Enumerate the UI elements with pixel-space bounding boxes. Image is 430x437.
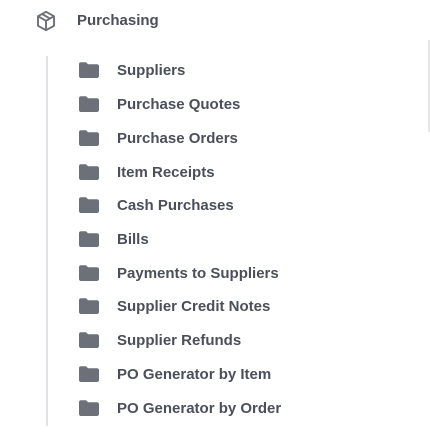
sidebar-item-purchase-quotes[interactable]: Purchase Quotes <box>76 89 416 121</box>
sidebar-item-bills[interactable]: Bills <box>76 224 416 256</box>
tree-guide-line <box>46 56 48 426</box>
folder-icon <box>79 332 99 348</box>
sidebar-item-po-generator-by-order[interactable]: PO Generator by Order <box>76 393 416 425</box>
sidebar-item-purchase-orders[interactable]: Purchase Orders <box>76 123 416 155</box>
sidebar-item-label: PO Generator by Order <box>117 400 282 417</box>
sidebar-item-label: Suppliers <box>117 62 186 79</box>
sidebar-item-supplier-credit-notes[interactable]: Supplier Credit Notes <box>76 291 416 323</box>
folder-icon <box>79 366 99 382</box>
sidebar-item-label: PO Generator by Item <box>117 366 272 383</box>
sidebar-item-po-generator-by-item[interactable]: PO Generator by Item <box>76 359 416 391</box>
folder-icon <box>79 265 99 281</box>
purchasing-section-header[interactable]: Purchasing <box>0 0 430 42</box>
sidebar-item-suppliers[interactable]: Suppliers <box>76 55 416 87</box>
folder-icon <box>79 164 99 180</box>
sidebar-item-label: Item Receipts <box>117 164 215 181</box>
folder-icon <box>79 96 99 112</box>
purchasing-nav: Purchasing Suppliers Purchase Quotes Pur… <box>0 0 430 437</box>
sidebar-item-label: Supplier Refunds <box>117 332 242 349</box>
sidebar-item-label: Bills <box>117 231 149 248</box>
sidebar-item-label: Purchase Quotes <box>117 96 241 113</box>
sidebar-item-label: Cash Purchases <box>117 197 234 214</box>
sidebar-item-cash-purchases[interactable]: Cash Purchases <box>76 190 416 222</box>
folder-icon <box>79 197 99 213</box>
sidebar-item-label: Payments to Suppliers <box>117 265 279 282</box>
sidebar-item-label: Supplier Credit Notes <box>117 298 271 315</box>
sidebar-item-item-receipts[interactable]: Item Receipts <box>76 157 416 189</box>
section-title: Purchasing <box>77 12 159 29</box>
folder-icon <box>79 130 99 146</box>
sidebar-item-supplier-refunds[interactable]: Supplier Refunds <box>76 325 416 357</box>
cube-icon <box>37 10 55 32</box>
sidebar-item-payments-to-suppliers[interactable]: Payments to Suppliers <box>76 258 416 290</box>
folder-icon <box>79 231 99 247</box>
sidebar-item-label: Purchase Orders <box>117 130 238 147</box>
folder-icon <box>79 62 99 78</box>
folder-icon <box>79 400 99 416</box>
folder-icon <box>79 298 99 314</box>
